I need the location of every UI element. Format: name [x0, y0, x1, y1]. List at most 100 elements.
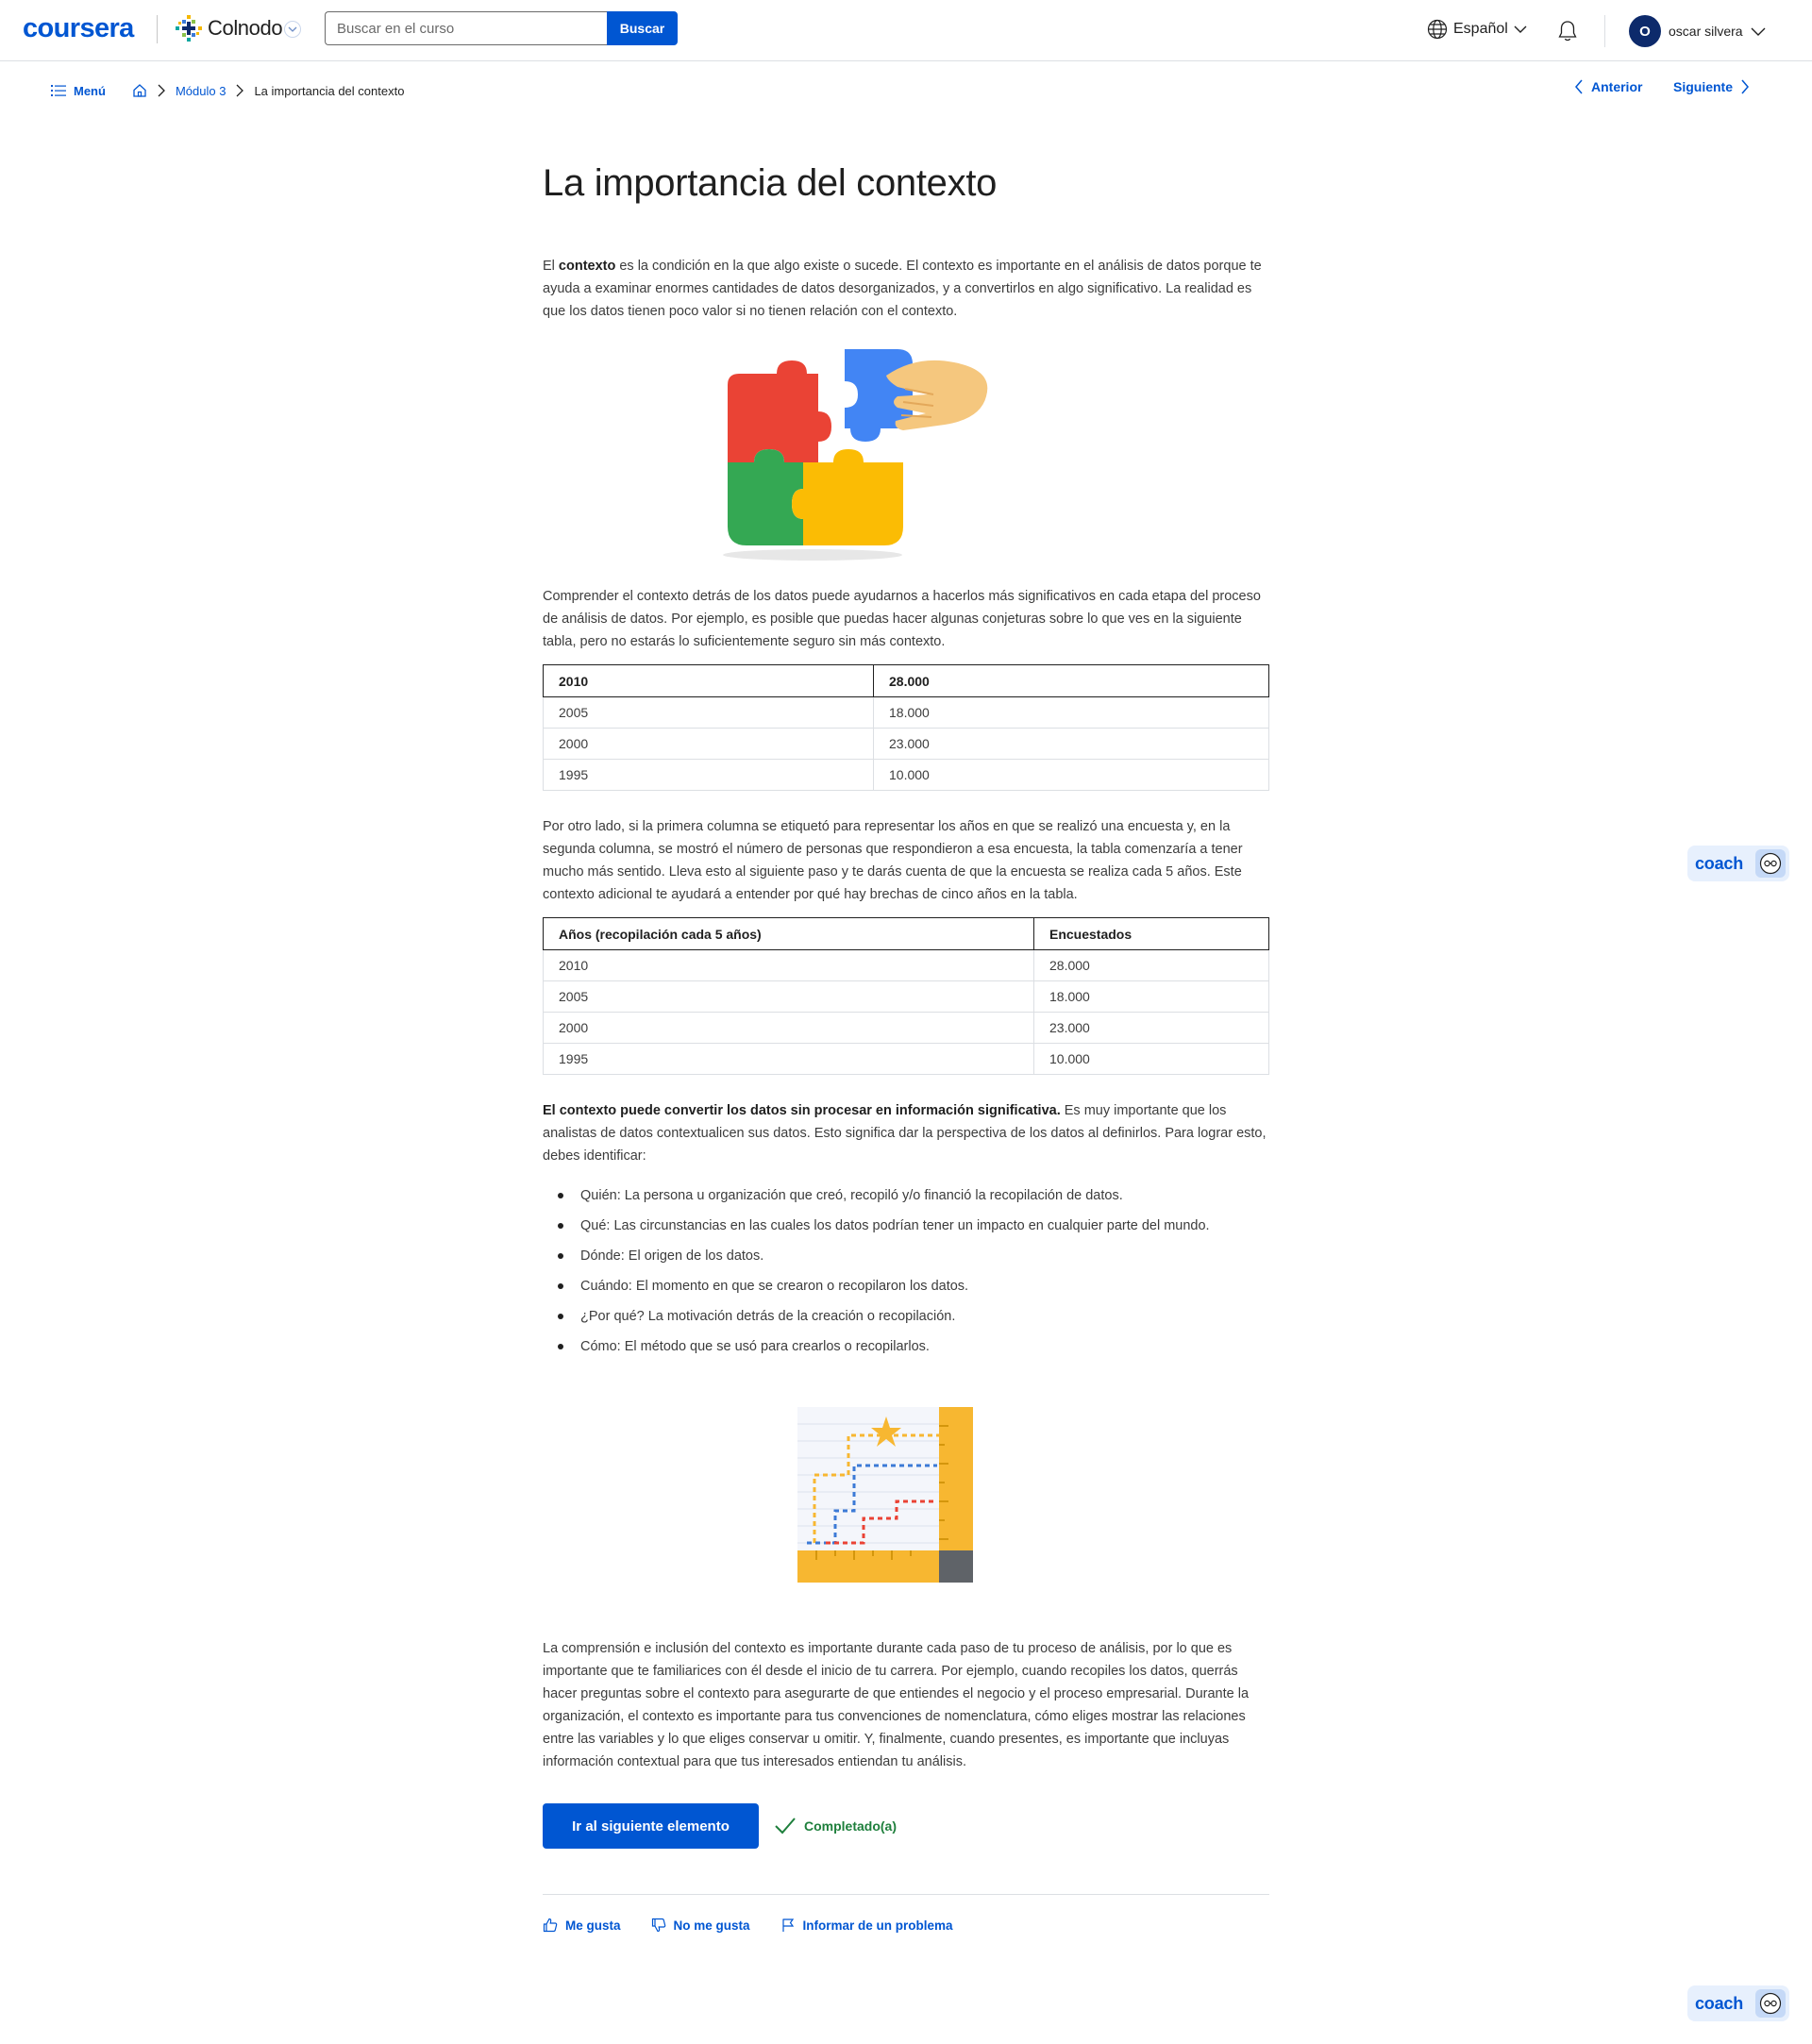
- chevron-right-icon: [1741, 79, 1750, 94]
- partner-menu-button[interactable]: [284, 21, 301, 38]
- table-cell: 23.000: [1033, 1012, 1269, 1044]
- chevron-right-icon: [157, 84, 166, 97]
- coach-button[interactable]: coach: [1687, 1985, 1789, 2021]
- logo-divider: [157, 15, 158, 43]
- table-header-cell: 28.000: [873, 664, 1269, 697]
- checkmark-icon: [775, 1818, 796, 1835]
- table-row: 1995 10.000: [543, 759, 1269, 791]
- table-row: 2000 23.000: [543, 1012, 1269, 1044]
- key-sentence: El contexto puede convertir los datos si…: [543, 1103, 1061, 1118]
- flag-icon: [781, 1918, 794, 1932]
- coach-glasses-icon: [1755, 1989, 1786, 2018]
- data-table-without-context: 2010 28.000 2005 18.000 2000 23.000 1995…: [543, 664, 1269, 791]
- chevron-right-icon: [235, 84, 244, 97]
- thumbs-down-icon: [651, 1918, 665, 1933]
- table-cell: 2010: [543, 949, 1034, 981]
- user-name: oscar silvera: [1669, 24, 1743, 39]
- term-highlight: contexto: [558, 259, 616, 274]
- completed-status: Completado(a): [774, 1817, 897, 1835]
- coach-label: coach: [1695, 853, 1744, 873]
- table-cell: 1995: [543, 1043, 1034, 1075]
- report-label: Informar de un problema: [802, 1918, 953, 1933]
- survey-paragraph: Por otro lado, si la primera columna se …: [543, 819, 1243, 902]
- home-icon: [133, 84, 146, 97]
- progress-chart-illustration: [797, 1407, 973, 1583]
- bell-icon: [1558, 21, 1577, 42]
- chevron-left-icon: [1575, 79, 1583, 94]
- context-paragraph: Comprender el contexto detrás de los dat…: [543, 589, 1261, 649]
- list-item: Cómo: El método que se usó para crearlos…: [543, 1332, 1269, 1362]
- breadcrumb-current: La importancia del contexto: [254, 83, 405, 98]
- table-row: 2010 28.000: [543, 949, 1269, 981]
- completion-actions: Ir al siguiente elemento Completado(a): [543, 1803, 1269, 1849]
- table-cell: 2005: [543, 980, 1034, 1013]
- list-item: ¿Por qué? La motivación detrás de la cre…: [543, 1301, 1269, 1332]
- next-label: Siguiente: [1673, 79, 1734, 94]
- table-cell: 1995: [543, 759, 874, 791]
- table-cell: 28.000: [1033, 949, 1269, 981]
- table-cell: 2005: [543, 696, 874, 729]
- dislike-button[interactable]: No me gusta: [651, 1918, 750, 1933]
- list-item: Quién: La persona u organización que cre…: [543, 1181, 1269, 1211]
- header-separator: [1604, 15, 1605, 47]
- notifications-button[interactable]: [1555, 19, 1580, 48]
- data-table-with-context: Años (recopilación cada 5 años) Encuesta…: [543, 917, 1269, 1075]
- contextualize-paragraph: El contexto puede convertir los datos si…: [543, 1103, 1267, 1164]
- home-link[interactable]: [132, 83, 147, 98]
- list-item: Cuándo: El momento en que se crearon o r…: [543, 1271, 1269, 1301]
- coursera-logo[interactable]: coursera: [23, 13, 134, 44]
- table-cell: 2000: [543, 1012, 1034, 1044]
- table-row: 1995 10.000: [543, 1043, 1269, 1075]
- next-item-link[interactable]: Siguiente: [1673, 79, 1750, 94]
- feedback-bar: Me gusta No me gusta Informar de un prob…: [543, 1918, 1269, 1933]
- breadcrumb: Menú Módulo 3 La importancia del context…: [51, 80, 404, 101]
- menu-label: Menú: [74, 83, 106, 98]
- list-menu-icon: [51, 85, 66, 96]
- chevron-down-icon: [1514, 25, 1527, 33]
- summary-paragraph: La comprensión e inclusión del contexto …: [543, 1641, 1250, 1769]
- table-cell: 10.000: [1033, 1043, 1269, 1075]
- course-search-input[interactable]: [325, 11, 608, 45]
- partner-logo[interactable]: Colnodo: [174, 13, 283, 43]
- menu-button[interactable]: Menú: [51, 84, 106, 98]
- user-menu[interactable]: O oscar silvera: [1629, 15, 1766, 47]
- table-header-cell: 2010: [543, 664, 874, 697]
- intro-paragraph: El contexto es la condición en la que al…: [543, 259, 1262, 319]
- list-item: Dónde: El origen de los datos.: [543, 1241, 1269, 1271]
- context-questions-list: Quién: La persona u organización que cre…: [543, 1181, 1269, 1362]
- previous-item-link[interactable]: Anterior: [1574, 79, 1642, 94]
- chevron-down-icon: [288, 26, 297, 32]
- coach-label: coach: [1695, 1993, 1744, 2013]
- go-to-next-item-button[interactable]: Ir al siguiente elemento: [543, 1803, 759, 1849]
- table-header-row: 2010 28.000: [543, 664, 1269, 697]
- breadcrumb-module-link[interactable]: Módulo 3: [176, 84, 226, 98]
- coach-glasses-icon: [1755, 849, 1786, 878]
- thumbs-up-icon: [543, 1918, 558, 1933]
- table-cell: 2000: [543, 728, 874, 760]
- table-row: 2005 18.000: [543, 980, 1269, 1013]
- list-item: Qué: Las circunstancias en las cuales lo…: [543, 1211, 1269, 1241]
- report-problem-button[interactable]: Informar de un problema: [780, 1918, 953, 1933]
- completed-label: Completado(a): [804, 1818, 897, 1834]
- partner-name: Colnodo: [208, 16, 283, 40]
- dislike-label: No me gusta: [673, 1918, 750, 1933]
- table-header-row: Años (recopilación cada 5 años) Encuesta…: [543, 917, 1269, 950]
- reading-article: La importancia del contexto El contexto …: [543, 162, 1269, 1933]
- table-row: 2005 18.000: [543, 696, 1269, 729]
- table-header-cell: Encuestados: [1033, 917, 1269, 950]
- table-cell: 18.000: [873, 696, 1269, 729]
- top-navigation-bar: coursera Colnodo Buscar Español: [0, 0, 1812, 61]
- avatar: O: [1629, 15, 1661, 47]
- table-header-cell: Años (recopilación cada 5 años): [543, 917, 1034, 950]
- like-button[interactable]: Me gusta: [543, 1918, 621, 1933]
- language-selector[interactable]: Español: [1427, 19, 1527, 40]
- divider: [543, 1894, 1269, 1895]
- table-row: 2000 23.000: [543, 728, 1269, 760]
- search-button[interactable]: Buscar: [607, 11, 678, 45]
- table-cell: 23.000: [873, 728, 1269, 760]
- globe-icon: [1427, 19, 1448, 40]
- previous-label: Anterior: [1591, 79, 1643, 94]
- puzzle-illustration: [723, 349, 988, 561]
- coach-button[interactable]: coach: [1687, 846, 1789, 881]
- chevron-down-icon: [1751, 27, 1766, 36]
